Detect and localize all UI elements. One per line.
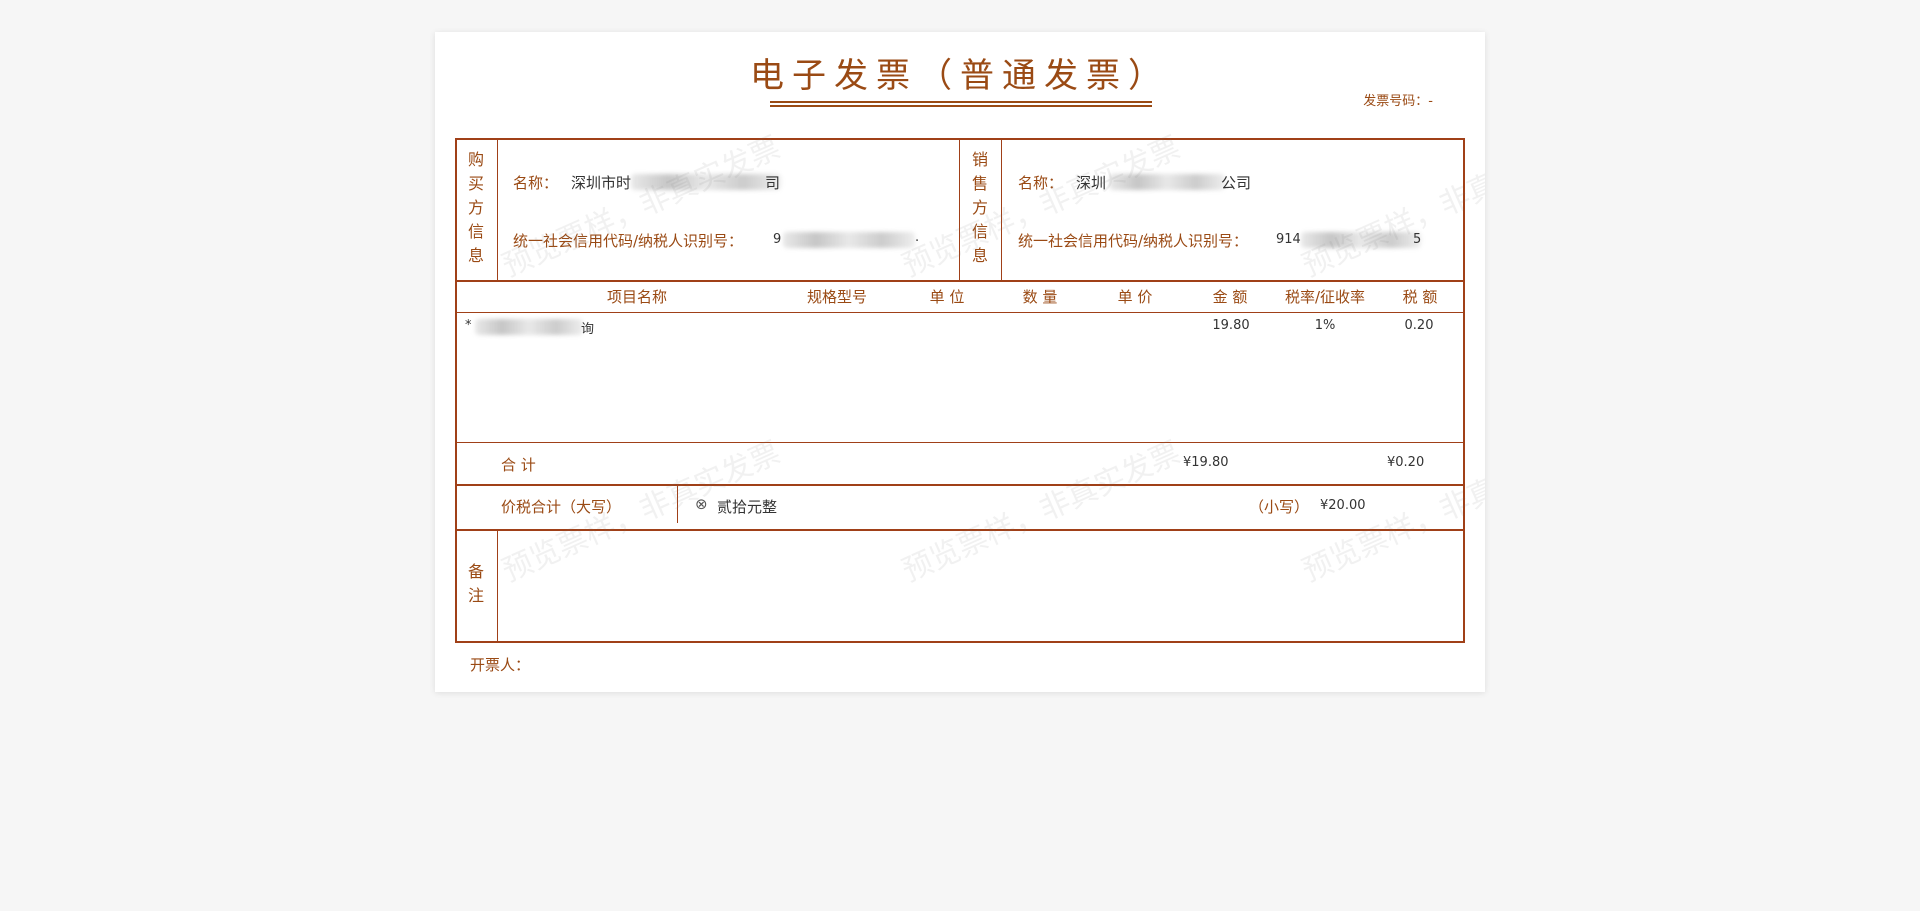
seller-section-label: 销 售 方 信 息 [971,150,988,265]
buyer-tax-label: 统一社会信用代码/纳税人识别号： [513,232,744,250]
party-divider [959,138,960,282]
remarks-label: 备 注 [467,562,484,605]
item-amount: 19.80 [1212,318,1250,333]
grand-total-divider [677,486,678,523]
invoice-title: 电子发票（普通发票） [750,56,1170,96]
totals-amount: ¥19.80 [1183,455,1229,470]
grand-total-small-value: ¥20.00 [1320,498,1366,513]
column-quantity: 数 量 [1022,288,1058,306]
title-underline-top [770,101,1152,103]
buyer-name-label: 名称： [513,174,559,192]
totals-divider [455,442,1465,443]
column-item-name: 项目名称 [606,288,667,306]
redacted-buyer-name [631,174,781,190]
redacted-seller-name [1109,174,1225,190]
totals-label: 合 计 [501,456,536,474]
items-header-divider [455,312,1465,313]
invoice-number: 发票号码：- [1363,94,1433,109]
remarks-label-divider [497,529,498,643]
seller-tax-suffix: 5 [1413,232,1422,247]
issuer-label: 开票人： [470,656,531,674]
buyer-name-prefix: 深圳市时 [571,174,632,192]
column-tax-amount: 税 额 [1402,288,1438,306]
buyer-section-label: 购 买 方 信 息 [467,150,484,265]
remarks-box [455,529,1465,643]
item-tax-amount: 0.20 [1404,318,1434,333]
column-unit: 单 位 [929,288,965,306]
buyer-tax-suffix: . [915,230,920,245]
seller-tax-prefix: 914 [1276,232,1301,247]
buyer-label-divider [497,138,498,282]
grand-total-label: 价税合计（大写） [501,498,622,516]
column-unit-price: 单 价 [1117,288,1153,306]
seller-label-divider [1001,138,1002,282]
seller-name-prefix: 深圳 [1076,174,1107,192]
redacted-item-name [475,319,583,335]
redacted-seller-tax-id [1301,232,1421,248]
totals-tax: ¥0.20 [1387,455,1425,470]
grand-total-small-label: （小写） [1249,498,1310,516]
grand-total-words: 贰拾元整 [717,498,778,516]
redacted-buyer-tax-id [783,232,915,248]
title-underline-bottom [770,105,1152,107]
party-info-box [455,138,1465,282]
seller-name-label: 名称： [1018,174,1064,192]
column-tax-rate: 税率/征收率 [1284,288,1366,306]
column-amount: 金 额 [1212,288,1248,306]
items-box [455,280,1465,486]
item-name-suffix: 询 [581,322,595,337]
grand-total-symbol-icon: ⊗ [695,495,708,513]
invoice-paper: 电子发票（普通发票） 发票号码：- 购 买 方 信 息 销 售 方 信 息 名称… [435,32,1485,692]
buyer-name-suffix: 司 [765,174,781,192]
buyer-tax-prefix: 9 [773,232,782,247]
seller-name-suffix: 公司 [1221,174,1252,192]
item-tax-rate: 1% [1314,318,1336,333]
seller-tax-label: 统一社会信用代码/纳税人识别号： [1018,232,1249,250]
item-name-prefix: * [465,318,472,333]
column-spec: 规格型号 [806,288,867,306]
